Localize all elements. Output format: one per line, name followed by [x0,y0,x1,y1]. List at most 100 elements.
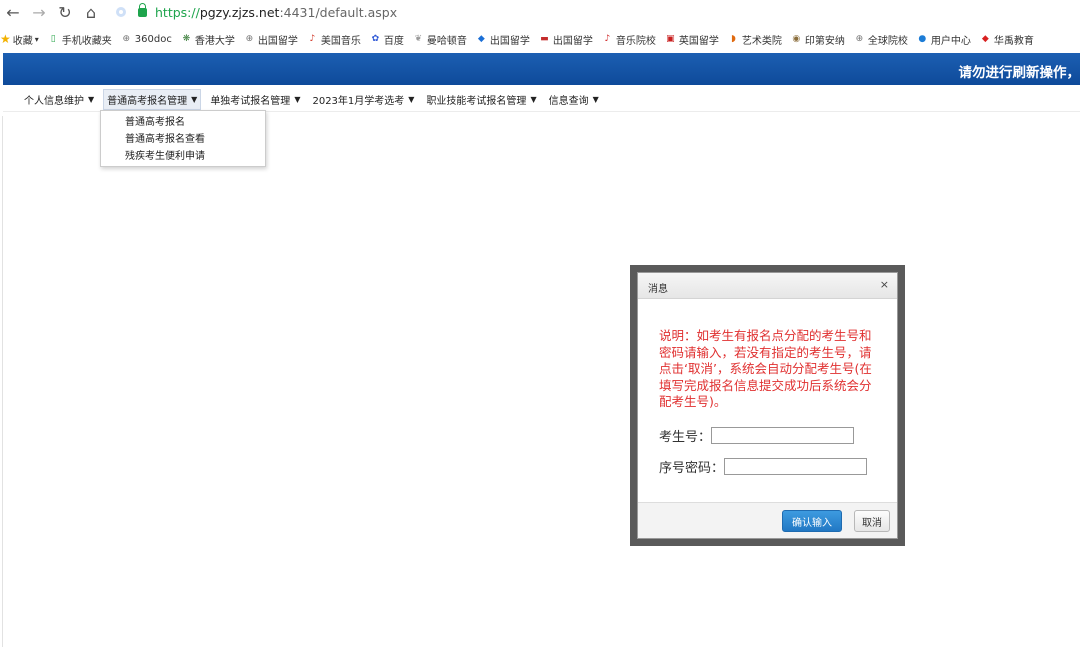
star-icon: ★ [0,32,11,46]
bookmark-item[interactable]: ⊕ 全球院校 [854,32,908,47]
globe-icon: ⊕ [122,34,131,44]
caret-down-icon: ▼ [408,95,415,104]
music-icon: ♪ [604,34,611,44]
paw-icon: ✿ [371,34,380,44]
lock-icon [138,2,147,17]
menu-academic-exam[interactable]: 2023年1月学考选考 ▼ [309,89,417,110]
bookmark-item[interactable]: ◉ 印第安纳 [791,32,845,47]
url-host: pgzy.zjzs.net [199,4,280,20]
bookmark-item[interactable]: ♪ 音乐院校 [602,32,656,47]
site-info-icon[interactable] [116,7,126,17]
menu-label: 普通高考报名管理 [107,96,188,107]
submenu-disability-request[interactable]: 残疾考生便利申请 [101,148,265,165]
home-icon[interactable]: ⌂ [78,1,104,23]
dialog-title: 消息 [648,284,668,295]
address-bar[interactable]: https:// pgzy.zjzs.net :4431/default.asp… [116,2,398,20]
art-icon: ◗ [730,34,736,44]
menu-info-query[interactable]: 信息查询 ▼ [546,89,602,110]
message-dialog: 消息 × 说明：如考生有报名点分配的考生号和密码请输入，若没有指定的考生号，请点… [637,272,898,539]
dialog-description: 说明：如考生有报名点分配的考生号和密码请输入，若没有指定的考生号，请点击‘取消’… [659,328,872,409]
bookmark-item[interactable]: ❋ 香港大学 [181,32,235,47]
caret-down-icon: ▼ [530,95,537,104]
back-arrow-icon[interactable]: ← [0,1,26,23]
flag-icon: ▣ [666,34,675,44]
bookmark-label: 艺术类院 [741,35,782,47]
bookmark-item[interactable]: ✿ 百度 [370,32,404,47]
cancel-button[interactable]: 取消 [854,510,890,532]
bookmark-item[interactable]: ❦ 曼哈顿音 [413,32,467,47]
menu-label: 信息查询 [548,96,589,107]
leaf-icon: ❦ [414,34,423,44]
hku-icon: ❋ [182,34,191,44]
globe-icon: ⊕ [245,34,254,44]
menu-label: 单独考试报名管理 [210,96,291,107]
bookmark-item[interactable]: ▬ 出国留学 [539,32,593,47]
bookmark-label: 360doc [134,33,172,45]
bookmark-label: 华禹教育 [993,35,1034,47]
password-row: 序号密码： [659,457,868,476]
close-icon[interactable]: × [880,278,889,291]
exam-number-label: 考生号： [659,430,712,445]
menu-vocational-exam[interactable]: 职业技能考试报名管理 ▼ [423,89,539,110]
menu-single-exam[interactable]: 单独考试报名管理 ▼ [207,89,303,110]
bookmark-item[interactable]: ● 用户中心 [917,32,971,47]
bookmark-label: 手机收藏夹 [61,35,112,47]
globe-icon: ⊕ [855,34,864,44]
browser-toolbar: ← → ↻ ⌂ https:// pgzy.zjzs.net :4431/def… [0,0,1080,24]
bookmark-label: 百度 [383,35,404,47]
bookmark-label: 香港大学 [194,35,235,47]
bookmark-label: 全球院校 [867,35,908,47]
exam-number-input[interactable] [711,427,855,444]
reload-icon[interactable]: ↻ [52,1,78,23]
bookmark-item[interactable]: ◗ 艺术类院 [728,32,782,47]
bookmark-label: 出国留学 [257,35,298,47]
bookmark-item[interactable]: ◆ 出国留学 [476,32,530,47]
bookmark-label: 印第安纳 [804,35,845,47]
menu-personal-info[interactable]: 个人信息维护 ▼ [21,89,97,110]
dialog-header: 消息 × [638,273,897,299]
password-label: 序号密码： [659,461,725,476]
caret-down-icon: ▼ [191,95,198,104]
bookmark-item[interactable]: ⊕ 出国留学 [244,32,298,47]
url-scheme: https:// [155,4,200,20]
menu-gaokao-registration[interactable]: 普通高考报名管理 ▼ [103,89,202,110]
music-icon: ♪ [309,34,316,44]
bookmark-label: 英国留学 [678,35,719,47]
menu-label: 2023年1月学考选考 [312,96,405,107]
gaokao-submenu: 普通高考报名 普通高考报名查看 残疾考生便利申请 [100,110,266,167]
forward-arrow-icon[interactable]: → [26,1,52,23]
book-icon: ▬ [540,34,549,44]
submenu-gaokao-view[interactable]: 普通高考报名查看 [101,131,265,148]
url-path: :4431/default.aspx [279,4,398,20]
caret-down-icon: ▼ [294,95,301,104]
bookmark-label: 美国音乐 [320,35,361,47]
header-notice: 请勿进行刷新操作， [958,65,1080,81]
bookmark-item[interactable]: ▯ 手机收藏夹 [48,32,112,47]
bookmark-item[interactable]: ◆ 华禹教育 [980,32,1034,47]
page-border [2,116,3,647]
bookmark-item[interactable]: ★ 收藏 ▾ [0,32,39,47]
menu-label: 职业技能考试报名管理 [426,96,527,107]
exam-number-row: 考生号： [659,426,855,445]
bookmark-label: 出国留学 [489,35,530,47]
bookmarks-bar: ★ 收藏 ▾ ▯ 手机收藏夹 ⊕ 360doc ❋ 香港大学 ⊕ 出国留学 ♪ 美国音乐 ✿ 百度 ❦ 曼哈顿… [0,28,1080,50]
bookmark-item[interactable]: ▣ 英国留学 [665,32,719,47]
submenu-gaokao-register[interactable]: 普通高考报名 [101,114,265,131]
bookmark-item[interactable]: ♪ 美国音乐 [307,32,361,47]
phone-icon: ▯ [50,34,56,44]
password-input[interactable] [724,458,868,475]
diamond-icon: ◆ [477,34,485,44]
caret-down-icon: ▼ [88,95,95,104]
bookmark-label: 出国留学 [552,35,593,47]
caret-down-icon[interactable]: ▾ [35,35,39,44]
bookmark-item[interactable]: ⊕ 360doc [121,34,172,45]
caret-down-icon: ▼ [592,95,599,104]
main-menu: 个人信息维护 ▼ 普通高考报名管理 ▼ 单独考试报名管理 ▼ 2023年1月学考选考 ▼… [3,88,1080,112]
site-header: 请勿进行刷新操作， [3,53,1080,85]
bookmark-label: 曼哈顿音 [426,35,467,47]
bookmark-label: 用户中心 [930,35,971,47]
dialog-footer: 确认输入 取消 [638,502,897,538]
bookmark-label: 音乐院校 [615,35,656,47]
confirm-button[interactable]: 确认输入 [782,510,842,532]
user-icon: ● [918,34,927,44]
